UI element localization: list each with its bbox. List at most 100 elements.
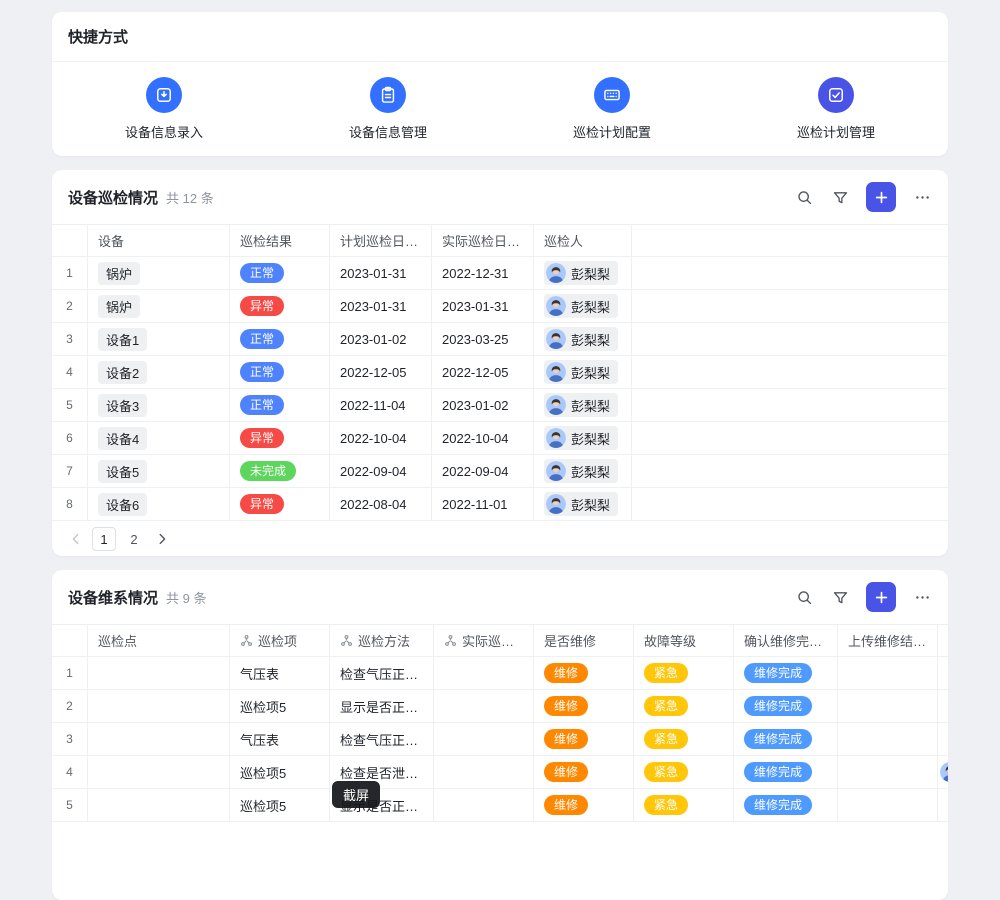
column-header[interactable]: 巡检结果 bbox=[230, 225, 330, 256]
cell-inspection-method[interactable]: 检查气压正… bbox=[330, 723, 434, 755]
cell-upload-result[interactable] bbox=[838, 657, 938, 689]
cell-inspector[interactable]: 彭梨梨 bbox=[534, 389, 632, 421]
cell-plan-date[interactable]: 2022-10-04 bbox=[330, 422, 432, 454]
column-header[interactable]: 实际巡… bbox=[434, 625, 534, 656]
cell-actual-date[interactable]: 2022-12-31 bbox=[432, 257, 534, 289]
cell-actual[interactable] bbox=[434, 723, 534, 755]
column-header[interactable]: 上传维修结… bbox=[838, 625, 938, 656]
row-index[interactable]: 4 bbox=[52, 356, 88, 388]
cell-inspection-item[interactable]: 气压表 bbox=[230, 723, 330, 755]
cell-actual-date[interactable]: 2022-09-04 bbox=[432, 455, 534, 487]
column-header[interactable]: 巡检点 bbox=[88, 625, 230, 656]
cell-plan-date[interactable]: 2022-08-04 bbox=[330, 488, 432, 520]
column-header[interactable]: 巡检方法 bbox=[330, 625, 434, 656]
row-index[interactable]: 5 bbox=[52, 789, 88, 821]
add-record-button[interactable] bbox=[866, 582, 896, 612]
page-button-1[interactable]: 1 bbox=[92, 527, 116, 551]
column-header[interactable]: 计划巡检日… bbox=[330, 225, 432, 256]
column-header-index[interactable] bbox=[52, 625, 88, 656]
cell-inspector[interactable]: 彭梨梨 bbox=[534, 488, 632, 520]
cell-inspection-item[interactable]: 巡检项5 bbox=[230, 789, 330, 821]
column-header[interactable]: 故障等级 bbox=[634, 625, 734, 656]
cell-maintainer[interactable] bbox=[938, 723, 948, 755]
cell-upload-result[interactable] bbox=[838, 690, 938, 722]
cell-plan-date[interactable]: 2023-01-02 bbox=[330, 323, 432, 355]
cell-actual-date[interactable]: 2023-01-02 bbox=[432, 389, 534, 421]
cell-inspector[interactable]: 彭梨梨 bbox=[534, 290, 632, 322]
cell-plan-date[interactable]: 2022-09-04 bbox=[330, 455, 432, 487]
cell-result[interactable]: 正常 bbox=[230, 389, 330, 421]
cell-actual-date[interactable]: 2023-03-25 bbox=[432, 323, 534, 355]
cell-actual[interactable] bbox=[434, 657, 534, 689]
cell-result[interactable]: 正常 bbox=[230, 323, 330, 355]
cell-repair[interactable]: 维修 bbox=[534, 657, 634, 689]
cell-fault-level[interactable]: 紧急 bbox=[634, 657, 734, 689]
more-icon[interactable] bbox=[912, 587, 932, 607]
cell-inspector[interactable]: 彭梨梨 bbox=[534, 323, 632, 355]
cell-fault-level[interactable]: 紧急 bbox=[634, 756, 734, 788]
cell-actual-date[interactable]: 2022-10-04 bbox=[432, 422, 534, 454]
row-index[interactable]: 2 bbox=[52, 290, 88, 322]
page-button-2[interactable]: 2 bbox=[122, 527, 146, 551]
cell-result[interactable]: 正常 bbox=[230, 356, 330, 388]
cell-device[interactable]: 设备6 bbox=[88, 488, 230, 520]
filter-icon[interactable] bbox=[830, 187, 850, 207]
column-header[interactable]: 维… bbox=[938, 625, 948, 656]
cell-actual[interactable] bbox=[434, 756, 534, 788]
cell-device[interactable]: 设备3 bbox=[88, 389, 230, 421]
cell-inspection-method[interactable]: 检查气压正… bbox=[330, 657, 434, 689]
search-icon[interactable] bbox=[794, 587, 814, 607]
cell-device[interactable]: 锅炉 bbox=[88, 257, 230, 289]
row-index[interactable]: 5 bbox=[52, 389, 88, 421]
cell-fault-level[interactable]: 紧急 bbox=[634, 690, 734, 722]
cell-device[interactable]: 锅炉 bbox=[88, 290, 230, 322]
cell-plan-date[interactable]: 2023-01-31 bbox=[330, 257, 432, 289]
shortcut-device-info-entry[interactable]: 设备信息录入 bbox=[52, 77, 276, 141]
cell-result[interactable]: 未完成 bbox=[230, 455, 330, 487]
cell-maintainer[interactable] bbox=[938, 657, 948, 689]
add-record-button[interactable] bbox=[866, 182, 896, 212]
cell-maintainer[interactable] bbox=[938, 756, 948, 788]
cell-device[interactable]: 设备2 bbox=[88, 356, 230, 388]
shortcut-device-info-manage[interactable]: 设备信息管理 bbox=[276, 77, 500, 141]
search-icon[interactable] bbox=[794, 187, 814, 207]
cell-upload-result[interactable] bbox=[838, 789, 938, 821]
cell-inspection-point[interactable] bbox=[88, 756, 230, 788]
cell-upload-result[interactable] bbox=[838, 756, 938, 788]
cell-upload-result[interactable] bbox=[838, 723, 938, 755]
cell-confirm-repair[interactable]: 维修完成 bbox=[734, 789, 838, 821]
chevron-right-icon[interactable] bbox=[152, 529, 172, 549]
row-index[interactable]: 7 bbox=[52, 455, 88, 487]
cell-actual-date[interactable]: 2022-12-05 bbox=[432, 356, 534, 388]
cell-plan-date[interactable]: 2022-11-04 bbox=[330, 389, 432, 421]
shortcut-inspection-plan-config[interactable]: 巡检计划配置 bbox=[500, 77, 724, 141]
column-header[interactable]: 巡检项 bbox=[230, 625, 330, 656]
column-header[interactable]: 是否维修 bbox=[534, 625, 634, 656]
row-index[interactable]: 1 bbox=[52, 657, 88, 689]
cell-repair[interactable]: 维修 bbox=[534, 789, 634, 821]
row-index[interactable]: 8 bbox=[52, 488, 88, 520]
chevron-left-icon[interactable] bbox=[66, 529, 86, 549]
cell-inspector[interactable]: 彭梨梨 bbox=[534, 455, 632, 487]
more-icon[interactable] bbox=[912, 187, 932, 207]
cell-fault-level[interactable]: 紧急 bbox=[634, 789, 734, 821]
cell-plan-date[interactable]: 2022-12-05 bbox=[330, 356, 432, 388]
column-header[interactable]: 设备 bbox=[88, 225, 230, 256]
cell-confirm-repair[interactable]: 维修完成 bbox=[734, 723, 838, 755]
column-header[interactable]: 确认维修完… bbox=[734, 625, 838, 656]
cell-device[interactable]: 设备1 bbox=[88, 323, 230, 355]
cell-inspection-method[interactable]: 显示是否正… bbox=[330, 690, 434, 722]
cell-inspection-point[interactable] bbox=[88, 690, 230, 722]
column-header-index[interactable] bbox=[52, 225, 88, 256]
cell-inspection-point[interactable] bbox=[88, 789, 230, 821]
row-index[interactable]: 3 bbox=[52, 723, 88, 755]
row-index[interactable]: 3 bbox=[52, 323, 88, 355]
cell-actual-date[interactable]: 2022-11-01 bbox=[432, 488, 534, 520]
cell-inspector[interactable]: 彭梨梨 bbox=[534, 257, 632, 289]
cell-inspection-item[interactable]: 巡检项5 bbox=[230, 690, 330, 722]
row-index[interactable]: 4 bbox=[52, 756, 88, 788]
row-index[interactable]: 2 bbox=[52, 690, 88, 722]
cell-actual[interactable] bbox=[434, 789, 534, 821]
filter-icon[interactable] bbox=[830, 587, 850, 607]
row-index[interactable]: 1 bbox=[52, 257, 88, 289]
